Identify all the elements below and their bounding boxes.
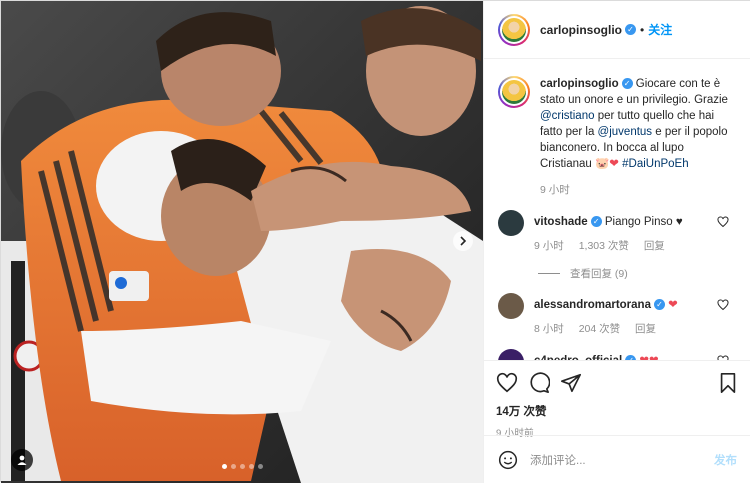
verified-icon: ✓ <box>621 78 633 90</box>
post-side-panel: carlopinsoglio ✓ • 关注 carlopinsoglio ✓ Gi… <box>483 1 750 483</box>
carousel-dot <box>248 464 254 469</box>
carousel-next-button[interactable] <box>453 231 473 251</box>
view-replies-label: 查看回复 (9) <box>570 268 628 280</box>
carousel-dot <box>239 464 245 469</box>
heart-emoji: ❤ <box>609 158 619 170</box>
comment-icon[interactable] <box>528 372 550 394</box>
author-username[interactable]: carlopinsoglio <box>540 23 622 37</box>
comment-item: c4pedro_official✓ ❤❤ <box>498 349 737 360</box>
comment-time[interactable]: 8 小时 <box>534 323 564 335</box>
comment-time[interactable]: 9 小时 <box>534 240 564 252</box>
commenter-username[interactable]: vitoshade <box>534 216 588 228</box>
comment-like-heart-icon[interactable] <box>717 216 729 228</box>
carousel-indicator <box>1 464 483 469</box>
tag-people-icon <box>17 455 27 465</box>
commenter-avatar[interactable] <box>498 293 524 319</box>
commenter-avatar[interactable] <box>498 349 524 360</box>
verified-icon: ✓ <box>653 299 665 311</box>
tag-people-button[interactable] <box>11 449 33 471</box>
verified-icon: ✓ <box>625 24 637 35</box>
author-avatar[interactable] <box>498 13 530 46</box>
comment-like-heart-icon[interactable] <box>717 299 729 311</box>
caption-time: 9 小时 <box>540 184 570 196</box>
comment-item: vitoshade ✓ Piango Pinso ♥ 9 小时 1,303 次赞 … <box>498 210 737 254</box>
caption-avatar[interactable] <box>498 76 530 108</box>
commenter-avatar[interactable] <box>498 210 524 236</box>
carousel-dot <box>257 464 263 469</box>
emoji-icon[interactable] <box>498 450 518 470</box>
carousel-dot <box>221 464 227 469</box>
add-comment-input[interactable]: 添加评论... <box>530 452 714 468</box>
post-image <box>1 1 483 483</box>
mention-link-cristiano[interactable]: @cristiano <box>540 110 595 122</box>
likes-count[interactable]: 14万 次赞 <box>496 403 739 419</box>
caption-username[interactable]: carlopinsoglio <box>540 78 619 90</box>
instagram-post-modal: carlopinsoglio ✓ • 关注 carlopinsoglio ✓ Gi… <box>0 0 750 483</box>
commenter-username[interactable]: alessandromartorana <box>534 299 651 311</box>
hashtag-link[interactable]: #DaiUnPoEh <box>622 158 688 170</box>
comment-item: alessandromartorana ✓ ❤ 8 小时 204 次赞 回复 <box>498 293 737 337</box>
post-comment-button[interactable]: 发布 <box>714 452 737 468</box>
post-caption: carlopinsoglio ✓ Giocare con te è stato u… <box>498 76 737 198</box>
comment-likes[interactable]: 1,303 次赞 <box>579 240 629 252</box>
verified-icon: ✓ <box>590 216 602 228</box>
mention-link-juventus[interactable]: @juventus <box>598 126 653 138</box>
comment-text: Piango Pinso ♥ <box>601 216 683 228</box>
post-header: carlopinsoglio ✓ • 关注 <box>484 1 750 59</box>
heart-icon[interactable] <box>496 372 518 394</box>
comments-list[interactable]: carlopinsoglio ✓ Giocare con te è stato u… <box>484 60 750 360</box>
separator-dot: • <box>640 22 645 37</box>
caption-text: carlopinsoglio ✓ Giocare con te è stato u… <box>540 76 730 198</box>
heart-emoji: ❤ <box>668 299 678 311</box>
carousel-dot <box>230 464 236 469</box>
share-icon[interactable] <box>560 372 582 394</box>
reply-button[interactable]: 回复 <box>644 240 665 252</box>
bookmark-icon[interactable] <box>717 372 739 394</box>
post-photo[interactable] <box>1 1 483 483</box>
reply-button[interactable]: 回复 <box>635 323 656 335</box>
follow-button[interactable]: 关注 <box>648 21 672 38</box>
view-replies-button[interactable]: 查看回复 (9) <box>538 266 737 281</box>
carousel-next-icon <box>460 236 467 246</box>
action-icons <box>496 371 739 395</box>
comment-likes[interactable]: 204 次赞 <box>579 323 620 335</box>
add-comment-bar: 添加评论... 发布 <box>484 435 750 483</box>
